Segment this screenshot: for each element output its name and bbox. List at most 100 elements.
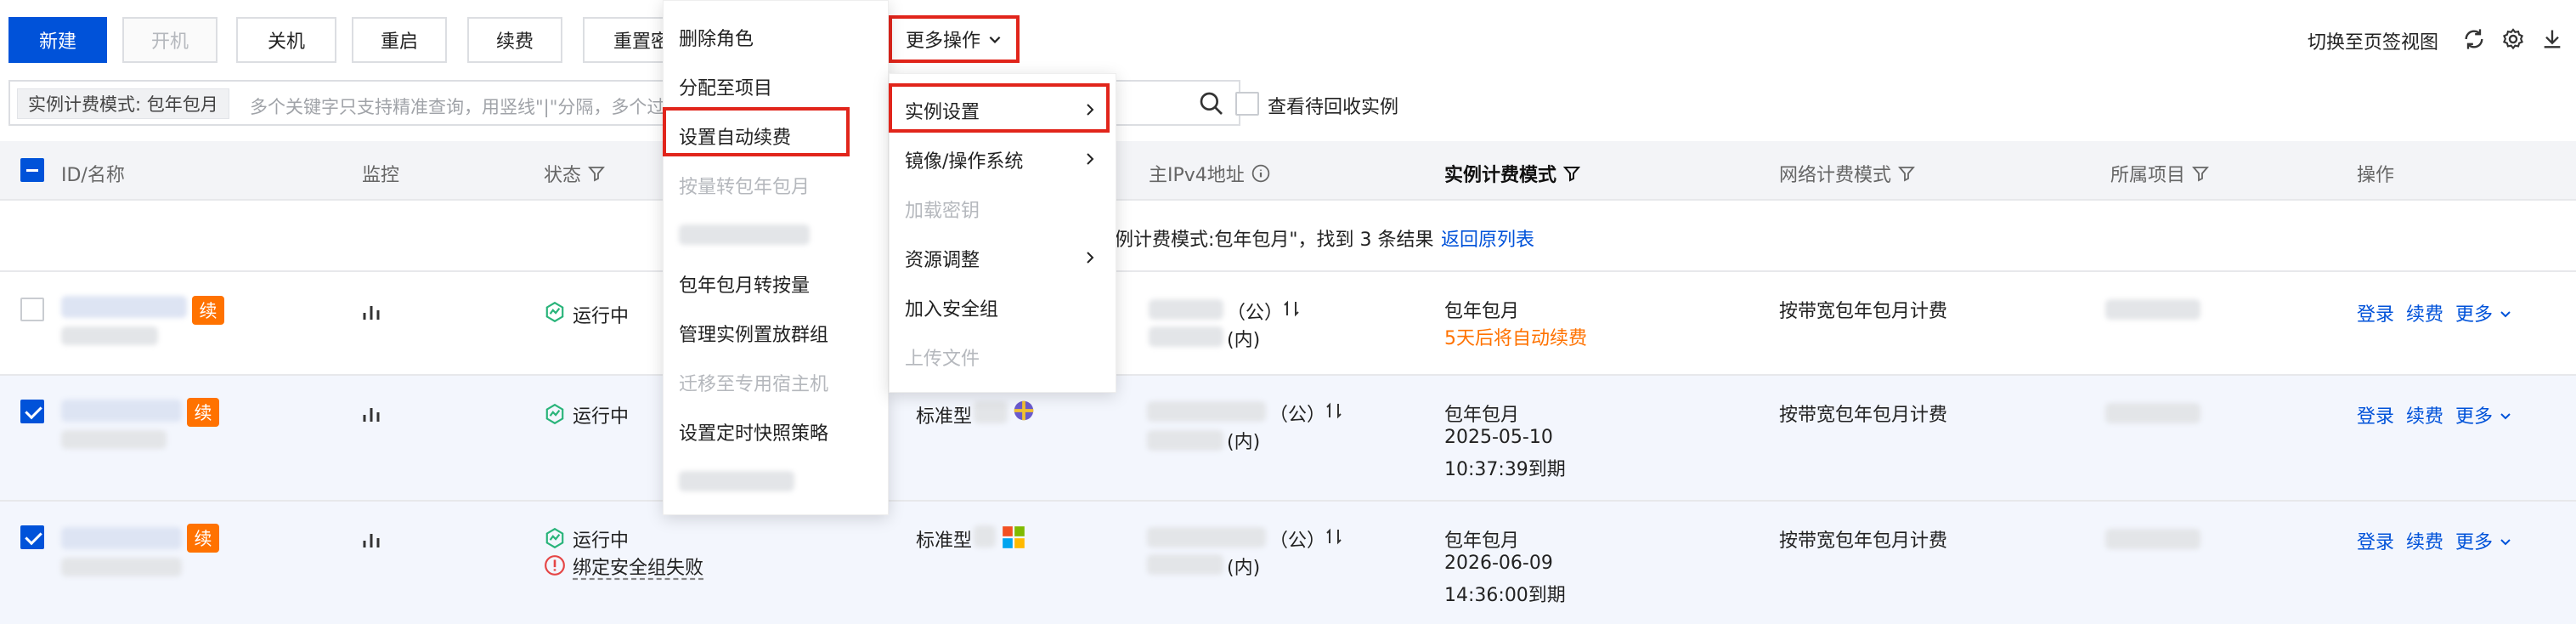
- col-project[interactable]: 所属项目: [2110, 160, 2209, 187]
- public-ip-label: （公）: [1269, 405, 1326, 426]
- table-row[interactable]: 续 运行中 绑定安全组失败 标准型 （公） (内) 包年包月 2026-06-0…: [0, 502, 2576, 624]
- table-row[interactable]: 续 运行中 （公） (内) 包年包月 5天后将自动续费 按带宽包年包月计费 登录…: [0, 272, 2576, 376]
- project-name: [2105, 403, 2200, 423]
- menu-item-payg-to-monthly[interactable]: 按量转包年包月: [664, 161, 888, 210]
- menu-item-join-security-group[interactable]: 加入安全组: [890, 283, 1116, 332]
- more-link[interactable]: 更多: [2455, 527, 2512, 554]
- select-all-checkbox[interactable]: [20, 158, 44, 182]
- renew-badge: 续: [187, 398, 219, 427]
- search-input[interactable]: 多个关键字只支持精准查询，用竖线"|"分隔，多个过: [250, 94, 664, 119]
- net-billing-mode: 按带宽包年包月计费: [1779, 405, 1948, 426]
- menu-item-redacted-2[interactable]: [664, 457, 888, 506]
- row-checkbox[interactable]: [20, 400, 44, 423]
- instance-id-link[interactable]: [61, 296, 187, 318]
- refresh-icon[interactable]: [2460, 26, 2488, 53]
- filter-icon[interactable]: [588, 164, 605, 183]
- instance-id-link[interactable]: [61, 400, 182, 422]
- error-icon: [545, 555, 565, 576]
- menu-item-image-os[interactable]: 镜像/操作系统: [890, 135, 1116, 184]
- private-ip: [1147, 430, 1223, 451]
- bind-security-group-failed[interactable]: 绑定安全组失败: [573, 553, 703, 580]
- filter-tag[interactable]: 实例计费模式: 包年包月: [17, 88, 229, 119]
- menu-item-delete-role[interactable]: 删除角色: [664, 13, 888, 62]
- status-text: 运行中: [573, 530, 630, 552]
- more-link[interactable]: 更多: [2455, 401, 2512, 428]
- row-checkbox[interactable]: [20, 298, 44, 321]
- col-status[interactable]: 状态: [544, 160, 605, 187]
- expiry-date: 2025-05-10: [1444, 427, 1553, 448]
- new-button[interactable]: 新建: [8, 17, 107, 63]
- menu-item-load-key[interactable]: 加载密钥: [890, 184, 1116, 234]
- os-linux-icon: [1014, 400, 1034, 421]
- login-link[interactable]: 登录: [2357, 527, 2394, 554]
- monitor-chart-icon[interactable]: [362, 530, 384, 549]
- filter-icon[interactable]: [2192, 164, 2209, 183]
- swap-ip-icon[interactable]: [1324, 400, 1344, 422]
- renew-link[interactable]: 续费: [2406, 527, 2443, 554]
- filter-icon[interactable]: [1898, 164, 1915, 183]
- swap-ip-icon[interactable]: [1324, 525, 1344, 547]
- menu-item-redacted-1[interactable]: [664, 210, 888, 259]
- col-id: ID/名称: [61, 165, 125, 186]
- restart-button[interactable]: 重启: [352, 17, 447, 63]
- filter-icon[interactable]: [1563, 164, 1581, 183]
- swap-ip-icon[interactable]: [1281, 298, 1302, 320]
- project-name: [2105, 299, 2200, 320]
- menu-item-monthly-to-payg[interactable]: 包年包月转按量: [664, 259, 888, 309]
- menu-item-snapshot-policy[interactable]: 设置定时快照策略: [664, 407, 888, 457]
- renew-link[interactable]: 续费: [2406, 401, 2443, 428]
- expiry-time: 10:37:39到期: [1444, 459, 1566, 480]
- renew-button[interactable]: 续费: [467, 17, 562, 63]
- running-status-icon: [545, 527, 564, 549]
- col-ipv4: 主IPv4地址: [1149, 160, 1270, 187]
- table-row[interactable]: 续 运行中 标准型 （公） (内) 包年包月 2025-05-10 10:37:…: [0, 376, 2576, 502]
- instance-spec: 标准型: [916, 406, 973, 428]
- shutdown-button[interactable]: 关机: [236, 17, 336, 63]
- billing-mode: 包年包月: [1444, 301, 1520, 322]
- row-checkbox[interactable]: [20, 525, 44, 549]
- recycle-label: 查看待回收实例: [1268, 97, 1399, 118]
- highlight-instance-settings: [889, 83, 1110, 133]
- running-status-icon: [545, 403, 564, 425]
- net-billing-mode: 按带宽包年包月计费: [1779, 530, 1948, 552]
- download-icon[interactable]: [2539, 26, 2566, 53]
- more-link[interactable]: 更多: [2455, 299, 2512, 326]
- instance-id-link[interactable]: [61, 527, 182, 549]
- col-net-billing[interactable]: 网络计费模式: [1779, 160, 1915, 187]
- monitor-chart-icon[interactable]: [362, 405, 384, 423]
- filter-result-bar: 例计费模式:包年包月"，找到 3 条结果 返回原列表: [0, 201, 2576, 272]
- start-button[interactable]: 开机: [122, 17, 217, 63]
- settings-gear-icon[interactable]: [2500, 26, 2527, 53]
- menu-item-migrate-cdh[interactable]: 迁移至专用宿主机: [664, 358, 888, 407]
- monitor-chart-icon[interactable]: [362, 303, 384, 321]
- public-ip-label: （公）: [1227, 303, 1284, 324]
- status-text: 运行中: [573, 406, 630, 428]
- public-ip: [1147, 401, 1266, 422]
- login-link[interactable]: 登录: [2357, 401, 2394, 428]
- back-to-list-link[interactable]: 返回原列表: [1441, 224, 1534, 252]
- menu-item-upload-file[interactable]: 上传文件: [890, 332, 1116, 382]
- renew-link[interactable]: 续费: [2406, 299, 2443, 326]
- spec-detail: [974, 525, 996, 547]
- login-link[interactable]: 登录: [2357, 299, 2394, 326]
- instance-name: [61, 558, 182, 576]
- switch-tab-view-link[interactable]: 切换至页签视图: [2308, 27, 2438, 54]
- menu-item-placement-group[interactable]: 管理实例置放群组: [664, 309, 888, 358]
- col-billing[interactable]: 实例计费模式: [1444, 160, 1581, 187]
- renew-badge: 续: [187, 524, 219, 553]
- more-operations-button[interactable]: 更多操作: [889, 15, 1020, 63]
- public-ip-label: （公）: [1269, 530, 1326, 552]
- running-status-icon: [545, 301, 564, 323]
- chevron-down-icon: [989, 36, 1001, 43]
- recycle-checkbox[interactable]: [1235, 92, 1259, 116]
- col-ops: 操作: [2357, 165, 2395, 186]
- search-icon[interactable]: [1198, 90, 1225, 117]
- instance-name: [61, 326, 158, 345]
- project-name: [2105, 529, 2200, 549]
- os-windows-icon: [1003, 526, 1025, 548]
- instance-settings-submenu: 删除角色 分配至项目 设置自动续费 按量转包年包月 包年包月转按量 管理实例置放…: [663, 0, 889, 515]
- menu-item-resource-adjust[interactable]: 资源调整: [890, 234, 1116, 283]
- menu-item-assign-project[interactable]: 分配至项目: [664, 62, 888, 111]
- billing-mode: 包年包月: [1444, 530, 1520, 552]
- info-icon[interactable]: [1251, 164, 1270, 183]
